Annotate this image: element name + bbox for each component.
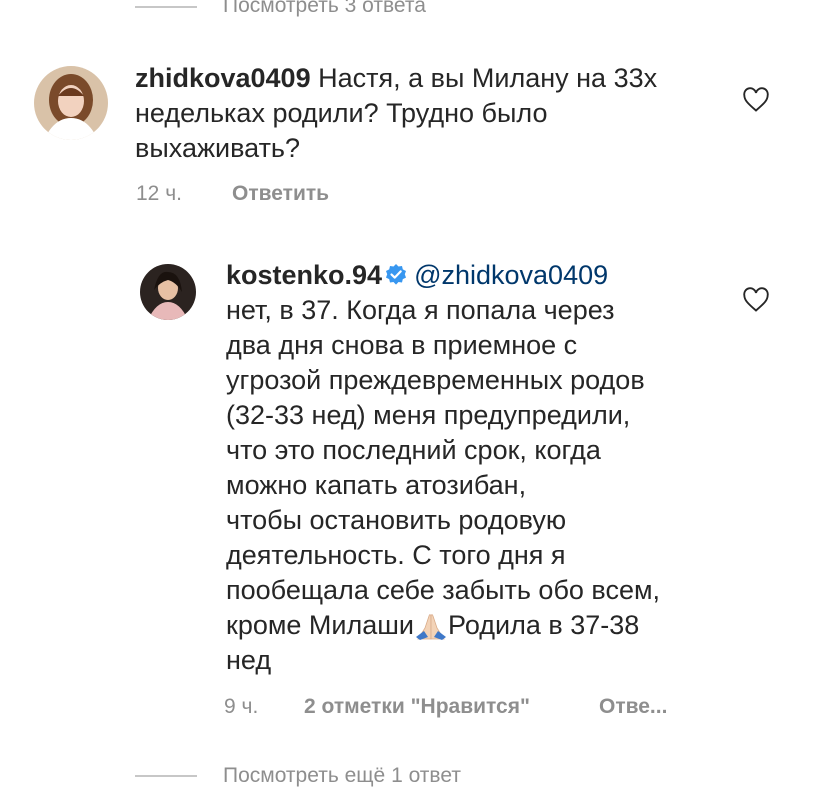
verified-badge-icon bbox=[386, 264, 407, 285]
comment-line: можно капать атозибан, bbox=[226, 470, 527, 500]
view-replies-divider bbox=[135, 6, 197, 8]
comment-text-1: zhidkova0409 Настя, а вы Милану на 33х н… bbox=[135, 61, 695, 166]
comment-time-2: 9 ч. bbox=[224, 695, 259, 718]
likes-count-button[interactable]: 2 отметки "Нравится" bbox=[304, 695, 530, 719]
view-replies-top[interactable]: Посмотреть 3 ответа bbox=[223, 0, 426, 18]
reply-button-1[interactable]: Ответить bbox=[232, 182, 329, 206]
comment-line: деятельность. С того дня я bbox=[226, 540, 566, 570]
comment-line: (32-33 нед) меня предупредили, bbox=[226, 400, 631, 430]
like-heart-icon[interactable] bbox=[742, 86, 770, 114]
comment-line: два дня снова в приемное с bbox=[226, 330, 578, 360]
comment-line: угрозой преждевременных родов bbox=[226, 365, 645, 395]
comment-line: нед bbox=[226, 645, 272, 675]
comment-username-1[interactable]: zhidkova0409 bbox=[135, 63, 311, 93]
comment-line: чтобы остановить родовую bbox=[226, 505, 567, 535]
comment-line-part: кроме Милаши bbox=[226, 610, 415, 640]
comment-text-2: kostenko.94 @zhidkova0409 нет, в 37. Ког… bbox=[226, 258, 726, 678]
comment-time-1: 12 ч. bbox=[136, 182, 182, 205]
avatar-zhidkova0409[interactable] bbox=[34, 66, 108, 140]
comment-line: нет, в 37. Когда я попала через bbox=[226, 295, 615, 325]
avatar-kostenko94[interactable] bbox=[140, 264, 196, 320]
comment-line: что это последний срок, когда bbox=[226, 435, 601, 465]
reply-button-2[interactable]: Отве... bbox=[599, 695, 667, 719]
comment-line-part: Родила в 37-38 bbox=[448, 610, 640, 640]
like-heart-icon[interactable] bbox=[742, 286, 770, 314]
mention-link[interactable]: @zhidkova0409 bbox=[414, 260, 608, 290]
view-replies-divider bbox=[135, 775, 197, 777]
folded-hands-icon bbox=[416, 614, 447, 640]
comment-username-2[interactable]: kostenko.94 bbox=[226, 260, 382, 290]
view-replies-bottom[interactable]: Посмотреть ещё 1 ответ bbox=[223, 764, 461, 788]
comment-line: пообещала себе забыть обо всем, bbox=[226, 575, 661, 605]
comment-header-2: kostenko.94 @zhidkova0409 bbox=[226, 258, 726, 293]
comment-line-emoji: кроме Милаши Родила в 37-38 bbox=[226, 608, 726, 643]
